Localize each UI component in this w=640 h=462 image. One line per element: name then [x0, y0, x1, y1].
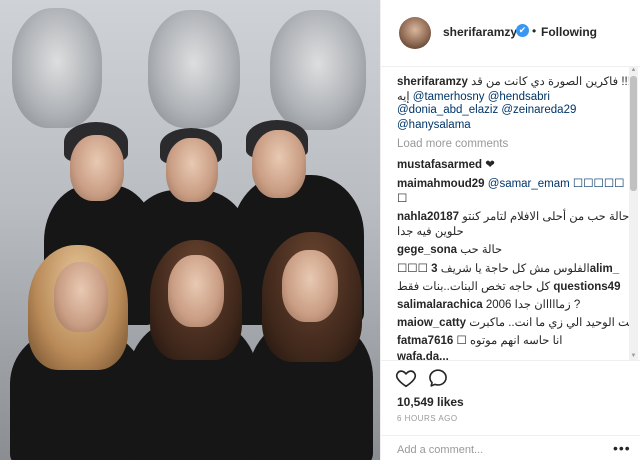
add-comment-bar: Add a comment... ••• [381, 435, 640, 462]
scrollbar-thumb[interactable] [630, 76, 637, 191]
background-face-right [270, 10, 366, 130]
comment-item: fatma7616 ☐ انا حاسه انهم موتوه [397, 333, 563, 347]
comments-scrollbar[interactable]: ▲ ▼ [629, 66, 638, 360]
background-face-center [148, 10, 240, 128]
caption-username[interactable]: sherifaramzy [397, 76, 468, 88]
likes-count[interactable]: 10,549 likes [397, 395, 464, 409]
comment-continuation: حلوين فيه جدا [397, 226, 464, 238]
comment-text: زمااااان جدا 2006 ? [485, 299, 581, 311]
comment-username[interactable]: gege_sona [397, 244, 457, 256]
comment-item: salimalarachica زمااااان جدا 2006 ? [397, 297, 580, 311]
comment-username[interactable]: maimahmoud29 [397, 178, 485, 190]
caption-text: يا!!!!!!!!!! فاكرين الصورة دي كانت من قد [471, 76, 631, 88]
header-username[interactable]: sherifaramzy [443, 25, 517, 39]
comment-item: mustafasarmed ❤ [397, 157, 495, 171]
header-separator: • [532, 24, 537, 38]
heart-icon[interactable] [395, 367, 417, 389]
comment-item: كل حاجه تخص البنات..بنات فقط questions49 [397, 279, 620, 293]
comment-text: انت الوحيد الي زي ما انت.. ماكبرت [469, 317, 631, 329]
post-actions: 10,549 likes 6 HOURS AGO Add a comment..… [381, 360, 640, 461]
comment-icon[interactable] [427, 367, 449, 389]
caption-mentions-2[interactable]: @donia_abd_elaziz @zeinareda29 [397, 104, 576, 116]
comment-username[interactable]: salimalarachica [397, 299, 483, 311]
following-button[interactable]: Following [541, 25, 597, 39]
comment-text: حالة حب من أحلى الافلام لتامر كنتو [462, 211, 630, 223]
comment-continuation: ☐ [397, 193, 408, 205]
comment-username[interactable]: maiow_catty [397, 317, 466, 329]
comment-item: ☐☐☐ الفلوس مش كل حاجة يا شريف 3alim_ [397, 261, 619, 275]
comment-text: ☐☐☐ الفلوس مش كل حاجة يا شريف [397, 263, 590, 275]
caption-mentions-3[interactable]: @hanysalama [397, 119, 471, 131]
caption-text-2: إيه [397, 91, 410, 103]
comment-item: gege_sona حالة حب [397, 242, 502, 256]
caption-line-2: إيه @tamerhosny @hendsabri [397, 89, 550, 103]
comments-list: sherifaramzy يا!!!!!!!!!! فاكرين الصورة … [381, 66, 631, 360]
verified-icon: ✔ [516, 24, 529, 37]
comment-item: maiow_catty انت الوحيد الي زي ما انت.. م… [397, 315, 631, 329]
comment-text: @samar_emam ☐☐☐☐☐ [487, 178, 625, 190]
comment-item: wafa.da... [397, 351, 449, 360]
load-more-comments-button[interactable]: Load more comments [397, 138, 508, 150]
post-timestamp[interactable]: 6 HOURS AGO [397, 414, 458, 423]
post-photo[interactable] [0, 0, 380, 460]
comment-item: maimahmoud29 @samar_emam ☐☐☐☐☐ [397, 176, 624, 190]
comment-item: nahla20187 حالة حب من أحلى الافلام لتامر… [397, 209, 629, 223]
comment-username[interactable]: fatma7616 [397, 335, 453, 347]
scroll-up-arrow-icon[interactable]: ▲ [629, 66, 638, 74]
comment-username[interactable]: mustafasarmed [397, 159, 482, 171]
comment-username[interactable]: nahla20187 [397, 211, 459, 223]
avatar[interactable] [399, 17, 431, 49]
post-sidebar: sherifaramzy ✔ • Following sherifaramzy … [380, 0, 640, 460]
caption-line-1: sherifaramzy يا!!!!!!!!!! فاكرين الصورة … [397, 74, 631, 88]
add-comment-input[interactable]: Add a comment... [397, 444, 483, 456]
comment-text: حالة حب [460, 244, 503, 256]
comment-username[interactable]: questions49 [553, 281, 620, 293]
more-options-icon[interactable]: ••• [613, 440, 631, 456]
post-container: sherifaramzy ✔ • Following sherifaramzy … [0, 0, 640, 460]
caption-mentions-1[interactable]: @tamerhosny @hendsabri [413, 91, 550, 103]
comment-text: ❤ [485, 159, 495, 171]
background-face-left [12, 8, 102, 128]
scroll-down-arrow-icon[interactable]: ▼ [629, 352, 638, 360]
comment-text: ☐ انا حاسه انهم موتوه [456, 335, 563, 347]
post-header: sherifaramzy ✔ • Following [381, 0, 640, 67]
comment-text: كل حاجه تخص البنات..بنات فقط [397, 281, 551, 293]
comment-username[interactable]: wafa.da... [397, 351, 449, 360]
